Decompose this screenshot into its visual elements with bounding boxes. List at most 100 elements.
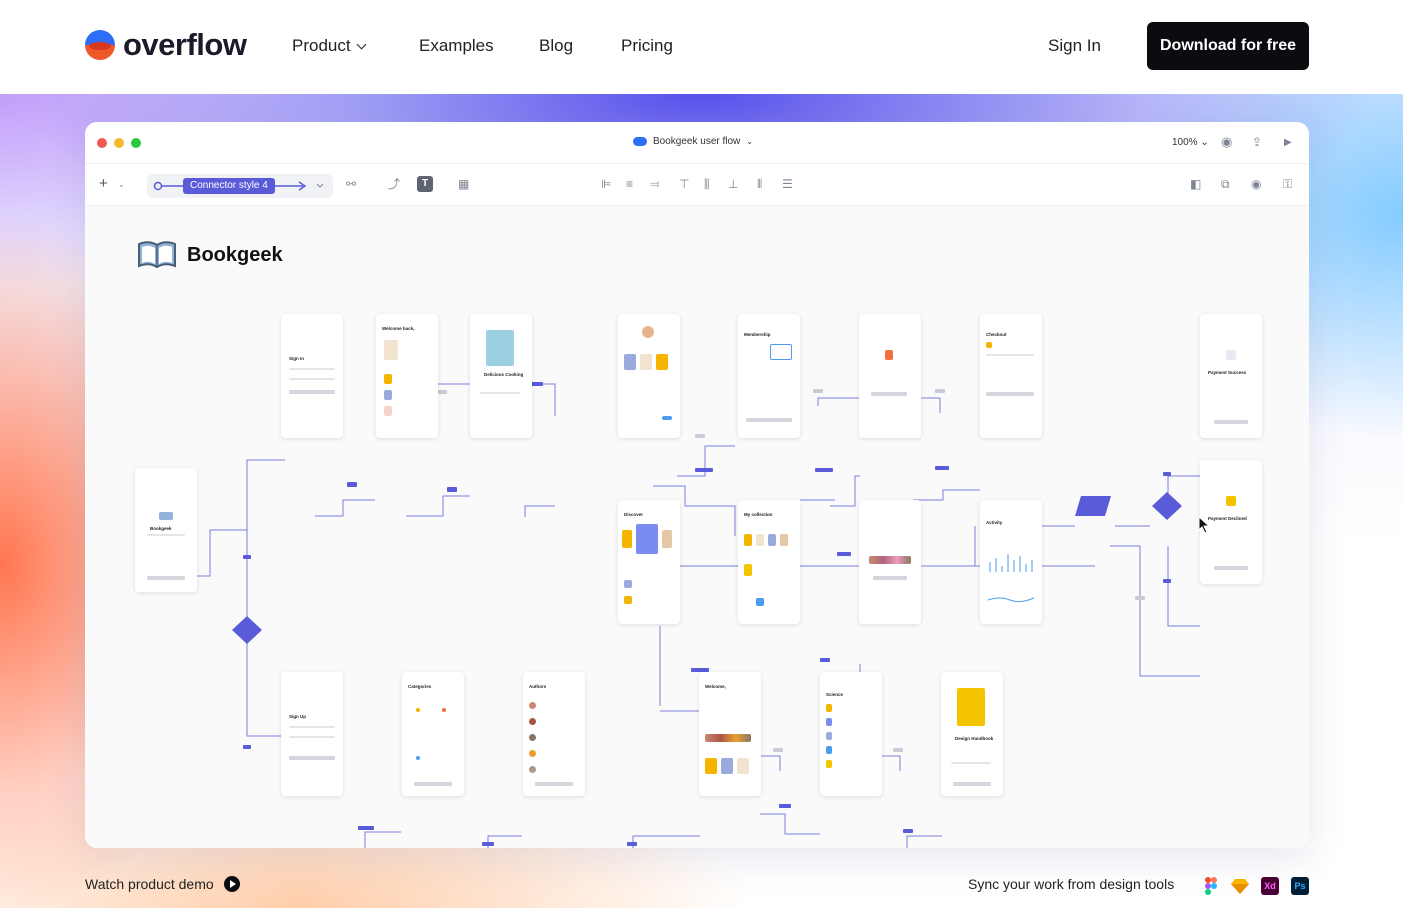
frame-payment-success[interactable]: Payment Success [1200, 314, 1262, 438]
connector-style-select[interactable]: Connector style 4 [147, 174, 333, 198]
frame-button [953, 782, 991, 786]
book-cover [756, 534, 764, 546]
frame-science[interactable]: Science [820, 672, 882, 796]
book-cover [957, 688, 985, 726]
pattern-icon[interactable]: ▦ [458, 178, 469, 190]
close-dot[interactable] [97, 138, 107, 148]
frame-my-collection[interactable]: My collection [738, 500, 800, 624]
share-icon[interactable]: ⇪ [1252, 136, 1262, 148]
distribute-vertical-icon[interactable]: ☰ [782, 178, 793, 190]
text-tool-icon[interactable]: T [417, 176, 433, 192]
photoshop-icon[interactable]: Ps [1291, 877, 1309, 895]
frame-line [289, 368, 335, 370]
nav-item-blog[interactable]: Blog [539, 36, 573, 56]
card-icon [986, 342, 992, 348]
sketch-icon[interactable] [1231, 877, 1249, 895]
frame-button [147, 576, 185, 580]
window-titlebar: Bookgeek user flow ⌄ 100% ⌄ ◉ ⇪ ▶ [85, 122, 1309, 164]
sync-text: Sync your work from design tools [968, 876, 1175, 892]
nav-item-pricing[interactable]: Pricing [621, 36, 673, 56]
frame-sign-in[interactable]: Sign In [281, 314, 343, 438]
watch-demo-label: Watch product demo [85, 876, 214, 892]
frame-confirm[interactable] [859, 314, 921, 438]
frame-create-collection[interactable] [859, 500, 921, 624]
unlink-icon[interactable]: ⚯ [346, 178, 356, 190]
badge-icon [885, 350, 893, 360]
align-top-icon[interactable]: ⊤ [679, 178, 689, 190]
category-icon [416, 708, 420, 712]
frame-sign-up[interactable]: Sign Up [281, 672, 343, 796]
adobe-xd-icon[interactable]: Xd [1261, 877, 1279, 895]
book-cover [721, 758, 733, 774]
cloud-icon [633, 137, 647, 146]
fit-icon[interactable]: ⧉ [1221, 178, 1230, 190]
lock-icon[interactable]: ⚿ [1283, 178, 1292, 190]
frame-button [871, 392, 907, 396]
category-icon [442, 708, 446, 712]
avatar [529, 718, 536, 725]
frame-checkout[interactable]: Checkout [980, 314, 1042, 438]
chevron-down-icon[interactable]: ⌄ [118, 179, 125, 191]
user-icon[interactable]: ◉ [1221, 135, 1232, 148]
frame-welcome[interactable]: Welcome, [699, 672, 761, 796]
frame-title: Payment Success [1208, 370, 1247, 375]
frame-bookgeek[interactable]: Bookgeek [135, 468, 197, 592]
frame-authors[interactable]: Authors [523, 672, 585, 796]
book-cover [826, 704, 832, 712]
book-cover [826, 760, 832, 768]
nav-item-product[interactable]: Product [292, 36, 367, 56]
book-cover [656, 354, 668, 370]
frame-design-handbook[interactable]: Design Handbook [941, 672, 1003, 796]
flow-canvas[interactable]: Bookgeek Bookgeek Sign In Welcome back, … [85, 206, 1309, 848]
frame-title: Payment Declined [1208, 516, 1247, 521]
connector-style-label: Connector style 4 [183, 178, 275, 194]
frame-title: Welcome, [705, 684, 726, 689]
connector-tool-icon[interactable]: ⤴ [388, 178, 400, 190]
frame-title: My collection [744, 512, 773, 517]
overflow-logo[interactable]: overflow [85, 29, 247, 60]
frame-discover[interactable]: Discover [618, 500, 680, 624]
frame-line [289, 736, 335, 738]
avatar [529, 750, 536, 757]
category-icon [416, 756, 420, 760]
frame-home[interactable] [618, 314, 680, 438]
frame-button [986, 392, 1034, 396]
watch-demo-link[interactable]: Watch product demo [85, 876, 240, 892]
align-center-icon[interactable]: ≡ [626, 178, 633, 190]
frame-activity[interactable]: Activity [980, 500, 1042, 624]
download-button[interactable]: Download for free [1147, 22, 1309, 70]
play-icon[interactable]: ▶ [1284, 137, 1292, 149]
book-cover [486, 330, 514, 366]
frame-button [535, 782, 573, 786]
nav-item-examples[interactable]: Examples [419, 36, 494, 56]
book-cover [624, 596, 632, 604]
align-right-icon[interactable]: ⫤ [650, 178, 659, 190]
book-icon [159, 512, 173, 520]
declined-icon [1226, 496, 1236, 506]
align-left-icon[interactable]: ⊫ [601, 178, 611, 190]
book-cover [662, 530, 672, 548]
add-icon[interactable]: + [99, 176, 108, 191]
minimize-dot[interactable] [114, 138, 124, 148]
distribute-horizontal-icon[interactable]: ⦀ [757, 178, 762, 190]
editor-toolbar: + ⌄ Connector style 4 ⚯ ⤴ T ▦ ⊫ ≡ ⫤ ⊤ ⫼ … [85, 164, 1309, 206]
book-cover [622, 530, 632, 548]
layers-icon[interactable]: ◧ [1190, 178, 1201, 190]
align-bottom-icon[interactable]: ⊥ [728, 178, 738, 190]
maximize-dot[interactable] [131, 138, 141, 148]
frame-categories[interactable]: Categories [402, 672, 464, 796]
frame-title: Science [826, 692, 844, 697]
document-title[interactable]: Bookgeek user flow ⌄ [633, 136, 753, 147]
figma-icon[interactable] [1202, 877, 1220, 895]
frame-title: Sign Up [289, 714, 306, 719]
frame-title: Discover [624, 512, 644, 517]
align-middle-icon[interactable]: ⫼ [704, 178, 710, 190]
frame-delicious-cooking[interactable]: Delicious Cooking [470, 314, 532, 438]
frame-membership[interactable]: Membership [738, 314, 800, 438]
book-cover [384, 374, 392, 384]
preview-eye-icon[interactable]: ◉ [1251, 178, 1261, 190]
sign-in-link[interactable]: Sign In [1048, 36, 1101, 56]
frame-welcome-back[interactable]: Welcome back, [376, 314, 438, 438]
book-cover [384, 390, 392, 400]
zoom-level[interactable]: 100% ⌄ [1172, 137, 1209, 148]
